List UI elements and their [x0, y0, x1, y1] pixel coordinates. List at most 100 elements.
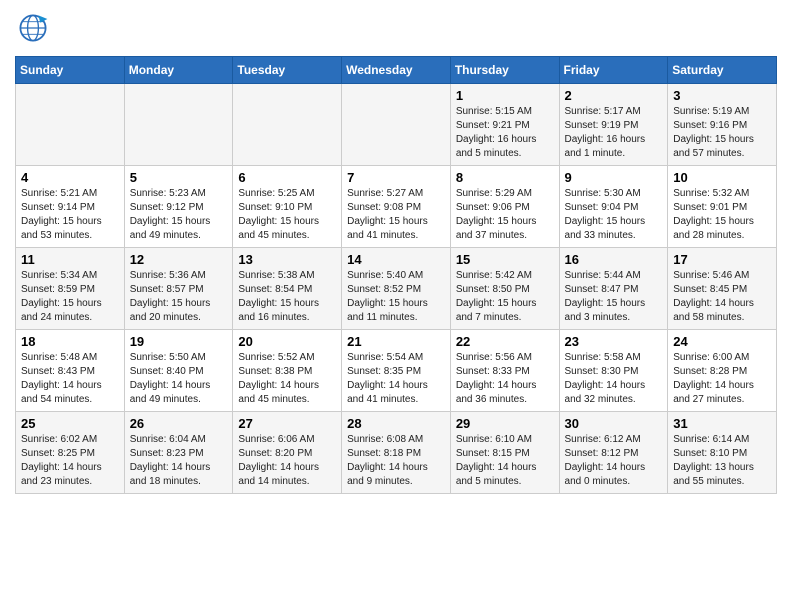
- day-info: Sunrise: 5:48 AM Sunset: 8:43 PM Dayligh…: [21, 351, 119, 407]
- weekday-header-tuesday: Tuesday: [233, 57, 342, 84]
- day-info: Sunrise: 6:00 AM Sunset: 8:28 PM Dayligh…: [673, 351, 771, 407]
- day-number: 4: [21, 170, 119, 185]
- calendar-cell: 17Sunrise: 5:46 AM Sunset: 8:45 PM Dayli…: [668, 248, 777, 330]
- day-info: Sunrise: 5:30 AM Sunset: 9:04 PM Dayligh…: [565, 187, 663, 243]
- day-info: Sunrise: 5:36 AM Sunset: 8:57 PM Dayligh…: [130, 269, 228, 325]
- calendar-cell: [233, 84, 342, 166]
- weekday-header-friday: Friday: [559, 57, 668, 84]
- day-number: 7: [347, 170, 445, 185]
- day-info: Sunrise: 5:52 AM Sunset: 8:38 PM Dayligh…: [238, 351, 336, 407]
- day-number: 2: [565, 88, 663, 103]
- day-info: Sunrise: 5:54 AM Sunset: 8:35 PM Dayligh…: [347, 351, 445, 407]
- day-number: 1: [456, 88, 554, 103]
- calendar-cell: 12Sunrise: 5:36 AM Sunset: 8:57 PM Dayli…: [124, 248, 233, 330]
- calendar-week-row: 11 Sunrise: 5:34 AM Sunset: 8:59 PM Dayli…: [16, 248, 777, 330]
- day-info: Sunrise: 5:27 AM Sunset: 9:08 PM Dayligh…: [347, 187, 445, 243]
- day-number: 20: [238, 334, 336, 349]
- calendar-week-row: 4Sunrise: 5:21 AM Sunset: 9:14 PM Daylig…: [16, 166, 777, 248]
- day-number: 13: [238, 252, 336, 267]
- day-number: 5: [130, 170, 228, 185]
- day-number: 29: [456, 416, 554, 431]
- day-info: Sunrise: 5:38 AM Sunset: 8:54 PM Dayligh…: [238, 269, 336, 325]
- calendar-cell: 31 Sunrise: 6:14 AM Sunset: 8:10 PM Dayli…: [668, 412, 777, 494]
- logo: [15, 10, 56, 46]
- calendar-week-row: 1 Sunrise: 5:15 AM Sunset: 9:21 PM Daylig…: [16, 84, 777, 166]
- calendar-cell: 28 Sunrise: 6:08 AM Sunset: 8:18 PM Dayli…: [342, 412, 451, 494]
- calendar-cell: [124, 84, 233, 166]
- weekday-header-row: SundayMondayTuesdayWednesdayThursdayFrid…: [16, 57, 777, 84]
- day-number: 24: [673, 334, 771, 349]
- calendar-cell: 7 Sunrise: 5:27 AM Sunset: 9:08 PM Daylig…: [342, 166, 451, 248]
- day-info: Sunrise: 5:32 AM Sunset: 9:01 PM Dayligh…: [673, 187, 771, 243]
- day-number: 16: [565, 252, 663, 267]
- day-number: 30: [565, 416, 663, 431]
- calendar-cell: 24 Sunrise: 6:00 AM Sunset: 8:28 PM Dayli…: [668, 330, 777, 412]
- day-info: Sunrise: 5:23 AM Sunset: 9:12 PM Dayligh…: [130, 187, 228, 243]
- day-info: Sunrise: 6:08 AM Sunset: 8:18 PM Dayligh…: [347, 433, 445, 489]
- day-number: 31: [673, 416, 771, 431]
- day-number: 21: [347, 334, 445, 349]
- day-info: Sunrise: 6:02 AM Sunset: 8:25 PM Dayligh…: [21, 433, 119, 489]
- day-number: 28: [347, 416, 445, 431]
- calendar-cell: 10 Sunrise: 5:32 AM Sunset: 9:01 PM Dayli…: [668, 166, 777, 248]
- day-number: 3: [673, 88, 771, 103]
- calendar-cell: 11 Sunrise: 5:34 AM Sunset: 8:59 PM Dayli…: [16, 248, 125, 330]
- calendar-cell: 26Sunrise: 6:04 AM Sunset: 8:23 PM Dayli…: [124, 412, 233, 494]
- day-number: 10: [673, 170, 771, 185]
- calendar-cell: 25 Sunrise: 6:02 AM Sunset: 8:25 PM Dayli…: [16, 412, 125, 494]
- day-info: Sunrise: 5:34 AM Sunset: 8:59 PM Dayligh…: [21, 269, 119, 325]
- weekday-header-wednesday: Wednesday: [342, 57, 451, 84]
- day-info: Sunrise: 6:14 AM Sunset: 8:10 PM Dayligh…: [673, 433, 771, 489]
- day-info: Sunrise: 5:50 AM Sunset: 8:40 PM Dayligh…: [130, 351, 228, 407]
- day-number: 27: [238, 416, 336, 431]
- logo-icon: [15, 10, 51, 46]
- calendar-cell: 14 Sunrise: 5:40 AM Sunset: 8:52 PM Dayli…: [342, 248, 451, 330]
- day-info: Sunrise: 6:04 AM Sunset: 8:23 PM Dayligh…: [130, 433, 228, 489]
- day-number: 15: [456, 252, 554, 267]
- page-header: [15, 10, 777, 46]
- day-number: 22: [456, 334, 554, 349]
- calendar-week-row: 18 Sunrise: 5:48 AM Sunset: 8:43 PM Dayli…: [16, 330, 777, 412]
- day-info: Sunrise: 5:25 AM Sunset: 9:10 PM Dayligh…: [238, 187, 336, 243]
- day-info: Sunrise: 6:10 AM Sunset: 8:15 PM Dayligh…: [456, 433, 554, 489]
- day-number: 9: [565, 170, 663, 185]
- calendar-cell: 5 Sunrise: 5:23 AM Sunset: 9:12 PM Daylig…: [124, 166, 233, 248]
- day-number: 23: [565, 334, 663, 349]
- day-number: 19: [130, 334, 228, 349]
- day-info: Sunrise: 5:29 AM Sunset: 9:06 PM Dayligh…: [456, 187, 554, 243]
- day-number: 17: [673, 252, 771, 267]
- calendar-cell: 16 Sunrise: 5:44 AM Sunset: 8:47 PM Dayli…: [559, 248, 668, 330]
- calendar-cell: 9 Sunrise: 5:30 AM Sunset: 9:04 PM Daylig…: [559, 166, 668, 248]
- calendar-cell: 8 Sunrise: 5:29 AM Sunset: 9:06 PM Daylig…: [450, 166, 559, 248]
- calendar-cell: 29 Sunrise: 6:10 AM Sunset: 8:15 PM Dayli…: [450, 412, 559, 494]
- day-info: Sunrise: 5:15 AM Sunset: 9:21 PM Dayligh…: [456, 105, 554, 161]
- calendar-cell: 18 Sunrise: 5:48 AM Sunset: 8:43 PM Dayli…: [16, 330, 125, 412]
- calendar-cell: 6 Sunrise: 5:25 AM Sunset: 9:10 PM Daylig…: [233, 166, 342, 248]
- day-number: 6: [238, 170, 336, 185]
- day-number: 8: [456, 170, 554, 185]
- day-info: Sunrise: 5:19 AM Sunset: 9:16 PM Dayligh…: [673, 105, 771, 161]
- calendar-cell: 20 Sunrise: 5:52 AM Sunset: 8:38 PM Dayli…: [233, 330, 342, 412]
- calendar-cell: 4Sunrise: 5:21 AM Sunset: 9:14 PM Daylig…: [16, 166, 125, 248]
- day-number: 14: [347, 252, 445, 267]
- day-number: 18: [21, 334, 119, 349]
- day-info: Sunrise: 5:44 AM Sunset: 8:47 PM Dayligh…: [565, 269, 663, 325]
- day-number: 25: [21, 416, 119, 431]
- calendar-cell: 30 Sunrise: 6:12 AM Sunset: 8:12 PM Dayli…: [559, 412, 668, 494]
- day-info: Sunrise: 5:42 AM Sunset: 8:50 PM Dayligh…: [456, 269, 554, 325]
- calendar-week-row: 25 Sunrise: 6:02 AM Sunset: 8:25 PM Dayli…: [16, 412, 777, 494]
- calendar-cell: 3 Sunrise: 5:19 AM Sunset: 9:16 PM Daylig…: [668, 84, 777, 166]
- calendar-cell: [16, 84, 125, 166]
- calendar-cell: 15 Sunrise: 5:42 AM Sunset: 8:50 PM Dayli…: [450, 248, 559, 330]
- day-number: 11: [21, 252, 119, 267]
- calendar-cell: 27Sunrise: 6:06 AM Sunset: 8:20 PM Dayli…: [233, 412, 342, 494]
- day-info: Sunrise: 5:58 AM Sunset: 8:30 PM Dayligh…: [565, 351, 663, 407]
- calendar-cell: 23 Sunrise: 5:58 AM Sunset: 8:30 PM Dayli…: [559, 330, 668, 412]
- weekday-header-thursday: Thursday: [450, 57, 559, 84]
- weekday-header-monday: Monday: [124, 57, 233, 84]
- day-info: Sunrise: 5:17 AM Sunset: 9:19 PM Dayligh…: [565, 105, 663, 161]
- calendar-cell: 22Sunrise: 5:56 AM Sunset: 8:33 PM Dayli…: [450, 330, 559, 412]
- calendar-cell: 21 Sunrise: 5:54 AM Sunset: 8:35 PM Dayli…: [342, 330, 451, 412]
- day-info: Sunrise: 5:40 AM Sunset: 8:52 PM Dayligh…: [347, 269, 445, 325]
- day-info: Sunrise: 6:12 AM Sunset: 8:12 PM Dayligh…: [565, 433, 663, 489]
